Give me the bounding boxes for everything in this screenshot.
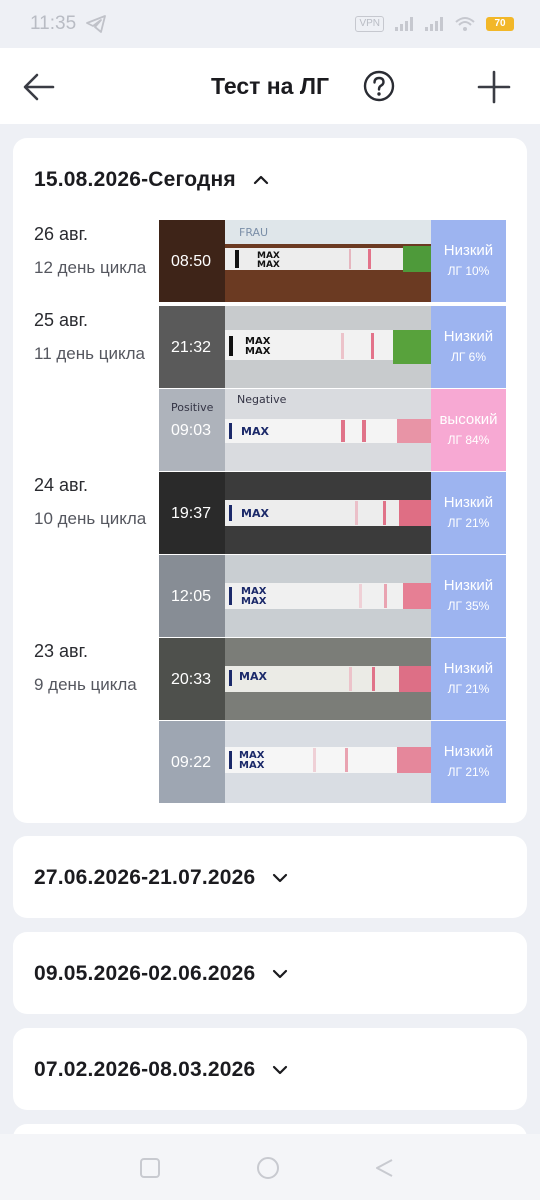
lh-level: Низкий — [443, 494, 494, 511]
lh-percent: ЛГ 21% — [447, 516, 490, 530]
chevron-down-icon[interactable] — [271, 1061, 289, 1079]
past-cycle-card[interactable]: 07.02.2026-08.03.2026 — [13, 1028, 527, 1110]
max-label: MAX — [245, 346, 271, 357]
cycle-day-label: 9 день цикла — [34, 675, 137, 694]
result-badge: Низкий ЛГ 10% — [431, 220, 506, 302]
lh-percent: ЛГ 6% — [450, 350, 487, 364]
app-bar: Тест на ЛГ — [0, 48, 540, 124]
test-time: 09:03 — [171, 422, 212, 439]
max-label: MAX — [241, 507, 269, 520]
max-label: MAX — [241, 425, 269, 438]
cycle-range: 09.05.2026-02.06.2026 — [34, 962, 256, 985]
test-entry[interactable]: MAX 20:33 Низкий ЛГ 21% — [159, 638, 506, 720]
result-badge: Низкий ЛГ 21% — [431, 638, 506, 720]
cycle-range: 15.08.2026-Сегодня — [34, 168, 236, 191]
cycle-day-label: 12 день цикла — [34, 258, 147, 277]
test-entry[interactable]: MAX MAX 12:05 Низкий ЛГ 35% — [159, 555, 506, 637]
lh-percent: ЛГ 10% — [447, 264, 490, 278]
signal-icon — [395, 17, 413, 31]
cycle-day-label: 10 день цикла — [34, 509, 147, 528]
test-time: 09:22 — [171, 754, 212, 771]
cycle-header: 09.05.2026-02.06.2026 — [34, 962, 289, 986]
max-label: MAX — [239, 670, 267, 683]
result-badge: высокий ЛГ 84% — [431, 389, 506, 471]
telegram-icon — [86, 15, 107, 33]
lh-level: Низкий — [443, 328, 494, 345]
battery-icon: 70 — [486, 17, 514, 31]
lh-level: Низкий — [443, 242, 494, 259]
recents-icon[interactable] — [140, 1158, 160, 1178]
cycle-header: 27.06.2026-21.07.2026 — [34, 866, 289, 890]
test-time: 08:50 — [171, 253, 212, 270]
brand-text: FRAU — [239, 226, 268, 239]
lh-level: Низкий — [443, 660, 494, 677]
result-badge: Низкий ЛГ 6% — [431, 306, 506, 388]
cycle-header: 07.02.2026-08.03.2026 — [34, 1058, 289, 1082]
day-group: 26 авг. 12 день цикла — [34, 224, 164, 281]
vpn-badge: VPN — [355, 16, 384, 32]
test-entry[interactable]: MAX MAX 09:22 Низкий ЛГ 21% — [159, 721, 506, 803]
max-label: MAX — [241, 596, 267, 607]
signal-icon-2 — [425, 17, 443, 31]
day-group: 25 авг. 11 день цикла — [34, 310, 164, 367]
lh-level: Низкий — [443, 743, 494, 760]
lh-level: высокий — [439, 411, 498, 428]
system-nav-bar — [0, 1134, 540, 1200]
test-entry[interactable]: FRAU MAX MAX 08:50 Низкий ЛГ 10% — [159, 220, 506, 302]
day-date: 26 авг. — [34, 224, 88, 244]
lh-level: Низкий — [443, 577, 494, 594]
chevron-down-icon[interactable] — [271, 965, 289, 983]
status-time: 11:35 — [30, 13, 77, 34]
cycle-range: 27.06.2026-21.07.2026 — [34, 866, 256, 889]
lh-percent: ЛГ 35% — [447, 599, 490, 613]
page-title: Тест на ЛГ — [210, 73, 330, 99]
past-cycle-card[interactable]: 09.05.2026-02.06.2026 — [13, 932, 527, 1014]
question-circle-icon[interactable] — [362, 69, 396, 103]
wifi-icon — [455, 17, 475, 31]
lh-percent: ЛГ 21% — [447, 765, 490, 779]
result-badge: Низкий ЛГ 21% — [431, 721, 506, 803]
negative-text: Negative — [237, 393, 287, 406]
result-badge: Низкий ЛГ 35% — [431, 555, 506, 637]
chevron-up-icon[interactable] — [252, 171, 270, 189]
test-time: 19:37 — [171, 505, 212, 522]
current-cycle-card: 15.08.2026-Сегодня 26 авг. 12 день цикла… — [13, 138, 527, 823]
max-label: MAX — [239, 760, 265, 771]
test-entry[interactable]: MAX 19:37 Низкий ЛГ 21% — [159, 472, 506, 554]
test-entry[interactable]: MAX MAX 21:32 Низкий ЛГ 6% — [159, 306, 506, 388]
cycle-header[interactable]: 15.08.2026-Сегодня — [34, 168, 270, 192]
day-group: 24 авг. 10 день цикла — [34, 475, 164, 532]
day-date: 25 авг. — [34, 310, 88, 330]
lh-percent: ЛГ 21% — [447, 682, 490, 696]
max-label: MAX — [257, 260, 280, 270]
positive-text: Positive — [171, 401, 214, 414]
result-badge: Низкий ЛГ 21% — [431, 472, 506, 554]
cycle-day-label: 11 день цикла — [34, 344, 145, 363]
cycle-range: 07.02.2026-08.03.2026 — [34, 1058, 256, 1081]
test-time: 20:33 — [171, 671, 212, 688]
day-date: 24 авг. — [34, 475, 88, 495]
day-group: 23 авг. 9 день цикла — [34, 641, 164, 698]
test-time: 21:32 — [171, 339, 212, 356]
status-bar: 11:35 VPN 70 — [0, 0, 540, 48]
home-icon[interactable] — [256, 1156, 280, 1180]
lh-percent: ЛГ 84% — [447, 433, 490, 447]
past-cycle-card[interactable]: 27.06.2026-21.07.2026 — [13, 836, 527, 918]
chevron-down-icon[interactable] — [271, 869, 289, 887]
plus-icon[interactable] — [476, 69, 512, 105]
test-entry[interactable]: Positive Negative MAX 09:03 высокий ЛГ 8… — [159, 389, 506, 471]
day-date: 23 авг. — [34, 641, 88, 661]
test-time: 12:05 — [171, 588, 212, 605]
back-nav-icon[interactable] — [374, 1158, 394, 1178]
